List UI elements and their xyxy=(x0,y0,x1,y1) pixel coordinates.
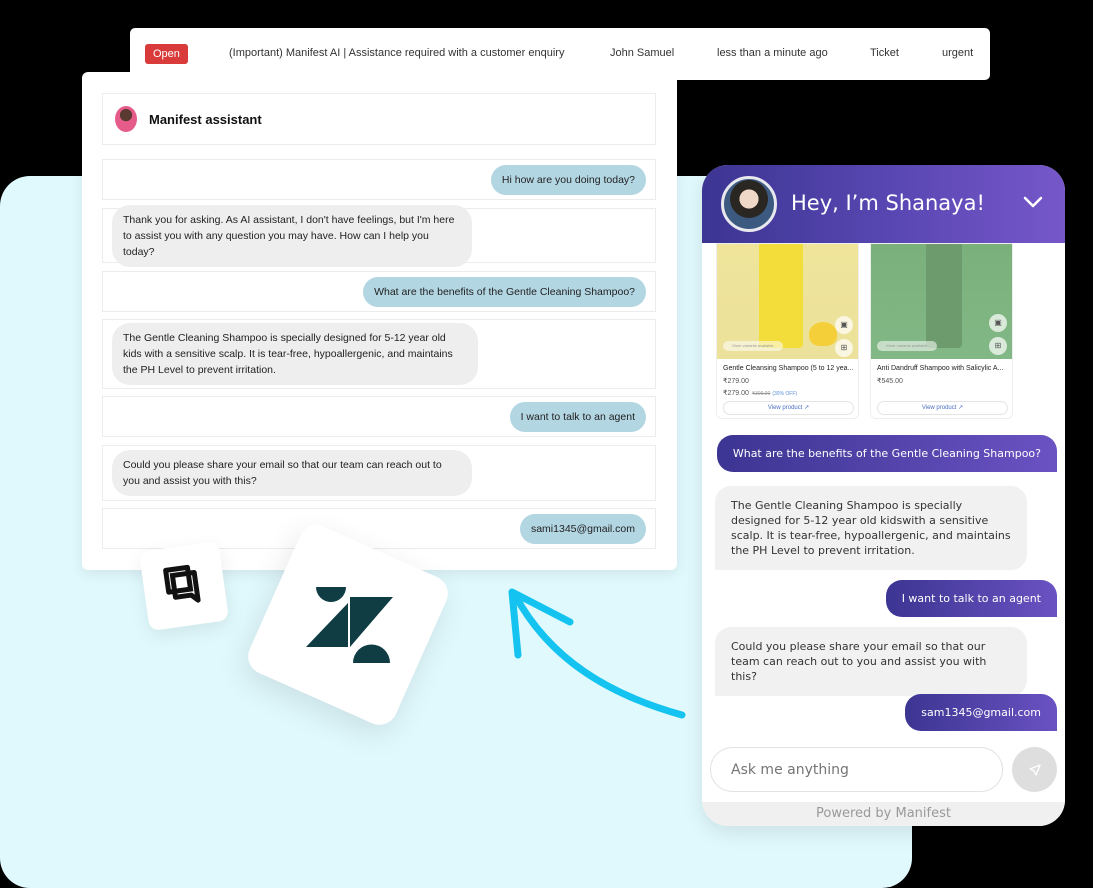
message-row: sami1345@gmail.com xyxy=(102,508,656,549)
view-product-label: View product xyxy=(767,405,803,411)
message-row: Could you please share your email so tha… xyxy=(102,445,656,501)
chevron-down-icon[interactable] xyxy=(1023,195,1043,209)
user-message: What are the benefits of the Gentle Clea… xyxy=(363,276,646,307)
bottle-graphic xyxy=(759,244,803,348)
bot-message: Could you please share your email so tha… xyxy=(112,450,472,496)
assistant-avatar xyxy=(115,106,137,132)
ticket-row[interactable]: Open (Important) Manifest AI | Assistanc… xyxy=(130,28,990,80)
widget-title: Hey, I’m Shanaya! xyxy=(791,191,985,215)
agent-panel-title: Manifest assistant xyxy=(149,111,262,127)
ticket-time: less than a minute ago xyxy=(717,47,828,59)
ticket-requester: John Samuel xyxy=(610,47,675,59)
product-name: Gentle Cleansing Shampoo (5 to 12 yea... xyxy=(723,365,854,372)
bot-message: The Gentle Cleaning Shampoo is specially… xyxy=(112,323,478,385)
message-row: I want to talk to an agent xyxy=(102,396,656,437)
external-link-icon: ↗ xyxy=(804,405,810,411)
product-card[interactable]: More variants available ▣ ⊞ Gentle Clean… xyxy=(716,243,859,419)
bottle-graphic xyxy=(926,244,962,348)
variants-pill: More variants available xyxy=(723,341,783,351)
widget-header: Hey, I’m Shanaya! xyxy=(702,165,1065,243)
product-price: ₹279.00 xyxy=(723,378,749,385)
curved-arrow-icon xyxy=(508,588,686,719)
bot-message: Thank you for asking. As AI assistant, I… xyxy=(112,204,472,267)
message-input[interactable] xyxy=(710,747,1003,792)
ticket-priority: urgent xyxy=(942,47,974,59)
product-card[interactable]: More variants available ▣ ⊞ Anti Dandruf… xyxy=(870,243,1013,419)
original-price: ₹399.00 xyxy=(751,391,771,397)
bot-message: Could you please share your email so tha… xyxy=(715,627,1027,696)
agent-panel-header: Manifest assistant xyxy=(102,93,656,145)
compare-product-icon[interactable]: ⊞ xyxy=(835,339,853,357)
external-link-icon: ↗ xyxy=(958,405,964,411)
ticket-subject[interactable]: (Important) Manifest AI | Assistance req… xyxy=(229,47,564,59)
message-row: Thank you for asking. As AI assistant, I… xyxy=(102,204,656,267)
chat-about-product-icon[interactable]: ▣ xyxy=(989,314,1007,332)
user-message: sam1345@gmail.com xyxy=(905,694,1057,731)
ticket-type: Ticket xyxy=(870,47,899,59)
powered-by-footer: Powered by Manifest xyxy=(702,802,1065,826)
user-message: sami1345@gmail.com xyxy=(519,513,646,544)
bot-message: The Gentle Cleaning Shampoo is specially… xyxy=(715,486,1027,570)
discount-label: (30% OFF) xyxy=(772,391,798,397)
agent-chat-panel: Manifest assistant Hi how are you doing … xyxy=(82,72,677,570)
compare-product-icon[interactable]: ⊞ xyxy=(989,337,1007,355)
product-carousel[interactable]: More variants available ▣ ⊞ Gentle Clean… xyxy=(716,243,1056,423)
message-row: The Gentle Cleaning Shampoo is specially… xyxy=(102,319,656,389)
product-sale-price: ₹279.00 ₹399.00 (30% OFF) xyxy=(723,389,797,397)
user-message: What are the benefits of the Gentle Clea… xyxy=(716,435,1057,472)
user-message: Hi how are you doing today? xyxy=(490,164,646,195)
view-product-button[interactable]: View product ↗ xyxy=(877,401,1008,415)
user-message: I want to talk to an agent xyxy=(509,401,646,432)
chat-bubbles-logo-icon xyxy=(163,564,201,603)
send-icon xyxy=(1028,763,1041,776)
variants-pill: More variants available xyxy=(877,341,937,351)
product-price: ₹545.00 xyxy=(877,378,903,385)
user-message: I want to talk to an agent xyxy=(885,580,1057,617)
message-row: What are the benefits of the Gentle Clea… xyxy=(102,271,656,312)
sale-price: ₹279.00 xyxy=(723,390,749,397)
view-product-label: View product xyxy=(921,405,957,411)
status-badge: Open xyxy=(145,44,188,64)
message-row: Hi how are you doing today? xyxy=(102,159,656,200)
chat-widget: More variants available ▣ ⊞ Gentle Clean… xyxy=(702,165,1065,826)
duck-graphic xyxy=(809,322,837,346)
product-name: Anti Dandruff Shampoo with Salicylic A..… xyxy=(877,365,1004,372)
view-product-button[interactable]: View product ↗ xyxy=(723,401,854,415)
shanaya-avatar xyxy=(721,176,777,232)
send-button[interactable] xyxy=(1012,747,1057,792)
chat-logo-tile xyxy=(138,540,230,632)
zendesk-logo-icon xyxy=(306,587,393,663)
chat-about-product-icon[interactable]: ▣ xyxy=(835,316,853,334)
